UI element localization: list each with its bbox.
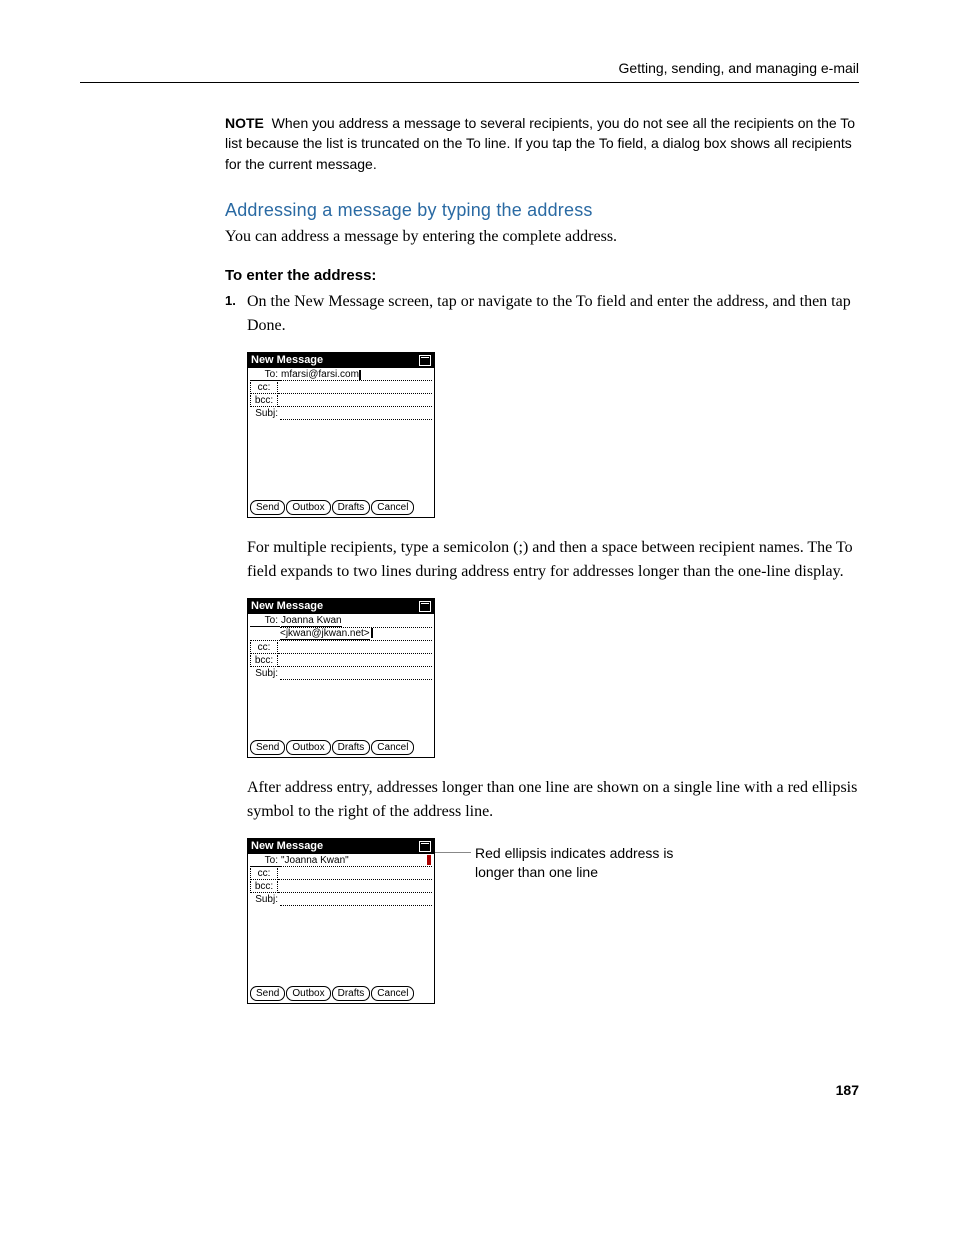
note-label: NOTE [225, 115, 264, 131]
send-button[interactable]: Send [250, 740, 285, 755]
callout-leader-line [435, 852, 471, 853]
cancel-button[interactable]: Cancel [371, 500, 414, 515]
note-text: When you address a message to several re… [225, 115, 855, 172]
drafts-button[interactable]: Drafts [332, 500, 371, 515]
to-label[interactable]: To: [250, 615, 280, 627]
cc-field[interactable] [278, 382, 432, 394]
bcc-label[interactable]: bcc: [250, 881, 278, 893]
drafts-button[interactable]: Drafts [332, 740, 371, 755]
cc-label[interactable]: cc: [250, 868, 278, 880]
intro-paragraph: You can address a message by entering th… [225, 225, 859, 249]
procedure-heading: To enter the address: [225, 267, 859, 284]
to-field[interactable]: "Joanna Kwan" [280, 855, 432, 867]
menu-icon[interactable] [419, 841, 431, 852]
bcc-field[interactable] [278, 395, 432, 407]
drafts-button[interactable]: Drafts [332, 986, 371, 1001]
cc-field[interactable] [278, 868, 432, 880]
send-button[interactable]: Send [250, 500, 285, 515]
to-field[interactable]: mfarsi@farsi.com [280, 369, 432, 381]
header-rule [80, 82, 859, 83]
multi-recipient-paragraph: For multiple recipients, type a semicolo… [247, 536, 859, 584]
step-text: On the New Message screen, tap or naviga… [247, 290, 859, 338]
note-block: NOTE When you address a message to sever… [225, 113, 859, 174]
to-label[interactable]: To: [250, 369, 280, 381]
pda-title-bar: New Message [248, 599, 434, 614]
subj-label[interactable]: Subj: [250, 894, 280, 905]
to-field-line1[interactable]: Joanna Kwan [280, 615, 432, 628]
red-ellipsis-icon [427, 855, 431, 865]
pda-title-bar: New Message [248, 353, 434, 368]
to-label[interactable]: To: [250, 855, 280, 867]
message-body[interactable] [248, 906, 434, 984]
step-number: 1. [225, 290, 247, 308]
outbox-button[interactable]: Outbox [286, 740, 330, 755]
subj-label[interactable]: Subj: [250, 408, 280, 419]
outbox-button[interactable]: Outbox [286, 500, 330, 515]
subj-field[interactable] [280, 408, 432, 420]
subj-label[interactable]: Subj: [250, 668, 280, 679]
menu-icon[interactable] [419, 355, 431, 366]
section-heading: Addressing a message by typing the addre… [225, 200, 859, 221]
subj-field[interactable] [280, 668, 432, 680]
ellipsis-paragraph: After address entry, addresses longer th… [247, 776, 859, 824]
page-number: 187 [80, 1082, 859, 1098]
message-body[interactable] [248, 420, 434, 498]
bcc-field[interactable] [278, 655, 432, 667]
to-field-line2[interactable]: <jkwan@jkwan.net> [250, 628, 432, 641]
bcc-label[interactable]: bcc: [250, 395, 278, 407]
outbox-button[interactable]: Outbox [286, 986, 330, 1001]
pda-title: New Message [251, 600, 323, 612]
subj-field[interactable] [280, 894, 432, 906]
cancel-button[interactable]: Cancel [371, 740, 414, 755]
bcc-field[interactable] [278, 881, 432, 893]
cc-label[interactable]: cc: [250, 642, 278, 654]
send-button[interactable]: Send [250, 986, 285, 1001]
pda-title: New Message [251, 840, 323, 852]
menu-icon[interactable] [419, 601, 431, 612]
cancel-button[interactable]: Cancel [371, 986, 414, 1001]
screenshot-new-message-3: New Message To: "Joanna Kwan" cc: bcc: [247, 838, 435, 1004]
screenshot-new-message-2: New Message To: Joanna Kwan <jkwan@jkwan… [247, 598, 435, 758]
running-head: Getting, sending, and managing e-mail [80, 60, 859, 76]
screenshot-new-message-1: New Message To: mfarsi@farsi.com cc: bcc… [247, 352, 435, 518]
pda-title-bar: New Message [248, 839, 434, 854]
cc-label[interactable]: cc: [250, 382, 278, 394]
message-body[interactable] [248, 680, 434, 738]
callout-text: Red ellipsis indicates address is longer… [475, 844, 705, 882]
bcc-label[interactable]: bcc: [250, 655, 278, 667]
pda-title: New Message [251, 354, 323, 366]
cc-field[interactable] [278, 642, 432, 654]
